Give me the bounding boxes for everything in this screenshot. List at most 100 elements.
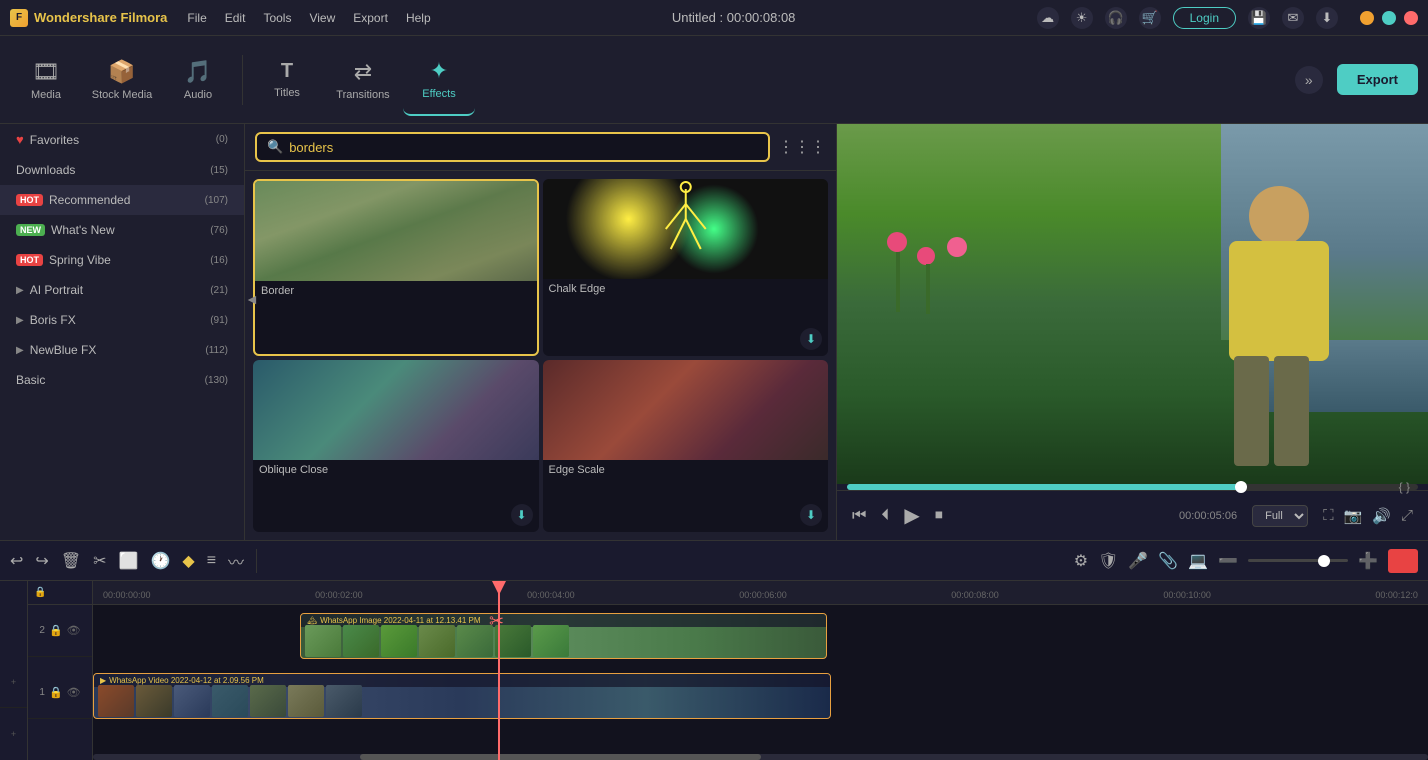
mic-icon[interactable]: 🎤 bbox=[1128, 551, 1148, 571]
toolbar-titles[interactable]: T Titles bbox=[251, 44, 323, 116]
toolbar-separator-1 bbox=[242, 55, 243, 105]
tracks-container: 🏔 WhatsApp Image 2022-04-11 at 12.13.41 … bbox=[93, 613, 1428, 725]
fullscreen-icon[interactable]: ⛶ bbox=[1323, 507, 1334, 525]
toolbar-media[interactable]: 🎞 Media bbox=[10, 44, 82, 116]
edge-scale-download-icon[interactable]: ⬇ bbox=[800, 504, 822, 526]
sidebar-item-newbluefx[interactable]: ▶ NewBlue FX (112) bbox=[0, 335, 244, 365]
ruler-mark-4: 00:00:08:00 bbox=[951, 590, 999, 600]
zoom-in-icon[interactable]: ➕ bbox=[1358, 551, 1378, 571]
track1-lock-icon[interactable]: 🔒 bbox=[49, 686, 63, 699]
progress-bar[interactable]: { } bbox=[847, 484, 1418, 490]
track1-eye-icon[interactable]: 👁 bbox=[67, 686, 81, 699]
sidebar-item-borisfx[interactable]: ▶ Boris FX (91) bbox=[0, 305, 244, 335]
sidebar-item-recommended[interactable]: HOT Recommended (107) bbox=[0, 185, 244, 215]
track-add-icon-2[interactable]: + bbox=[11, 729, 16, 739]
toolbar-stock[interactable]: 📦 Stock Media bbox=[86, 44, 158, 116]
toolbar-audio[interactable]: 🎵 Audio bbox=[162, 44, 234, 116]
effect-card-edge-scale[interactable]: ⬇ Edge Scale bbox=[543, 360, 829, 533]
login-button[interactable]: Login bbox=[1173, 7, 1236, 29]
settings-icon[interactable]: ⚙ bbox=[1074, 551, 1088, 571]
volume-icon[interactable]: 🔊 bbox=[1372, 507, 1391, 525]
quality-select[interactable]: Full 1/2 1/4 bbox=[1252, 505, 1308, 527]
waveform-button[interactable]: 〰 bbox=[228, 549, 244, 573]
effect-card-oblique-close[interactable]: ⬇ Oblique Close bbox=[253, 360, 539, 533]
track2-clip[interactable]: 🏔 WhatsApp Image 2022-04-11 at 12.13.41 … bbox=[300, 613, 827, 659]
effect-card-border[interactable]: Border bbox=[253, 179, 539, 356]
effect-card-chalk-edge[interactable]: ⬇ Chalk Edge bbox=[543, 179, 829, 356]
screenshot-icon[interactable]: 📷 bbox=[1344, 507, 1363, 525]
shield-icon[interactable]: 🛡 bbox=[1098, 551, 1118, 571]
sidebar-item-springvibe[interactable]: HOT Spring Vibe (16) bbox=[0, 245, 244, 275]
preview-extra-icons: ⛶ 📷 🔊 ⤢ bbox=[1323, 507, 1413, 525]
menu-view[interactable]: View bbox=[309, 11, 335, 25]
search-input[interactable] bbox=[289, 140, 758, 155]
save-icon[interactable]: 💾 bbox=[1248, 7, 1270, 29]
zoom-slider[interactable] bbox=[1248, 559, 1348, 562]
menu-edit[interactable]: Edit bbox=[225, 11, 246, 25]
transitions-label: Transitions bbox=[336, 89, 389, 101]
zoom-out-icon[interactable]: ➖ bbox=[1218, 551, 1238, 571]
grid-view-icon[interactable]: ⋮⋮⋮ bbox=[778, 137, 826, 157]
toolbar-more-button[interactable]: » bbox=[1295, 66, 1323, 94]
toolbar-transitions[interactable]: ⇄ Transitions bbox=[327, 44, 399, 116]
redo-button[interactable]: ↪ bbox=[35, 551, 48, 571]
sidebar-item-downloads[interactable]: Downloads (15) bbox=[0, 155, 244, 185]
sidebar-item-favorites[interactable]: ♥ Favorites (0) bbox=[0, 124, 244, 155]
toolbar-effects[interactable]: ✦ Effects bbox=[403, 44, 475, 116]
close-button[interactable]: ✕ bbox=[1404, 11, 1418, 25]
track2-lock-icon[interactable]: 🔒 bbox=[49, 624, 63, 637]
track2-eye-icon[interactable]: 👁 bbox=[67, 624, 81, 637]
chalk-edge-download-icon[interactable]: ⬇ bbox=[800, 328, 822, 350]
track1-num: 1 bbox=[39, 687, 45, 698]
track-add-icon[interactable]: + bbox=[11, 677, 16, 687]
borisfx-label: Boris FX bbox=[30, 313, 76, 327]
menu-tools[interactable]: Tools bbox=[263, 11, 291, 25]
thumb2 bbox=[343, 625, 379, 657]
oblique-close-label: Oblique Close bbox=[253, 460, 539, 480]
crop-button[interactable]: ⬜ bbox=[119, 551, 139, 571]
audio-adjust-button[interactable]: ≡ bbox=[207, 552, 216, 570]
maximize-button[interactable]: □ bbox=[1382, 11, 1396, 25]
thumb4 bbox=[419, 625, 455, 657]
step-back-button[interactable]: ⏴ bbox=[881, 507, 889, 525]
sidebar-item-aiportrait[interactable]: ▶ AI Portrait (21) bbox=[0, 275, 244, 305]
stop-button[interactable]: ⏹ bbox=[935, 507, 943, 525]
minimize-button[interactable]: — bbox=[1360, 11, 1374, 25]
lock-icon-header: 🔒 bbox=[34, 587, 46, 598]
sidebar-item-basic[interactable]: Basic (130) bbox=[0, 365, 244, 395]
track1-thumbnails bbox=[94, 687, 830, 715]
expand-icon[interactable]: ⤢ bbox=[1401, 507, 1413, 525]
menu-export[interactable]: Export bbox=[353, 11, 388, 25]
download-icon[interactable]: ⬇ bbox=[1316, 7, 1338, 29]
springvibe-count: (16) bbox=[210, 255, 228, 266]
current-time-display: 00:00:05:06 bbox=[1179, 510, 1237, 522]
favorites-label: Favorites bbox=[30, 133, 79, 147]
track1-clip[interactable]: ▶ WhatsApp Video 2022-04-12 at 2.09.56 P… bbox=[93, 673, 831, 719]
screen-record-icon[interactable]: 💻 bbox=[1188, 551, 1208, 571]
undo-button[interactable]: ↩ bbox=[10, 551, 23, 571]
headphone-icon[interactable]: 🎧 bbox=[1105, 7, 1127, 29]
play-button[interactable]: ▶ bbox=[904, 503, 919, 528]
sidebar-item-whatsnew[interactable]: NEW What's New (76) bbox=[0, 215, 244, 245]
menu-help[interactable]: Help bbox=[406, 11, 431, 25]
menu-file[interactable]: File bbox=[187, 11, 206, 25]
aiportrait-count: (21) bbox=[210, 285, 228, 296]
titles-label: Titles bbox=[274, 87, 300, 99]
track1-clip-label: WhatsApp Video 2022-04-12 at 2.09.56 PM bbox=[109, 676, 264, 685]
rewind-button[interactable]: ⏮ bbox=[852, 507, 866, 525]
delete-button[interactable]: 🗑 bbox=[61, 551, 81, 571]
timer-button[interactable]: 🕐 bbox=[150, 551, 170, 571]
cut-button[interactable]: ✂ bbox=[93, 551, 106, 571]
border-label: Border bbox=[255, 281, 537, 301]
marker-button[interactable]: ◆ bbox=[182, 551, 194, 571]
sun-icon[interactable]: ☀ bbox=[1071, 7, 1093, 29]
export-button[interactable]: Export bbox=[1337, 64, 1418, 95]
cloud-icon[interactable]: ☁ bbox=[1037, 7, 1059, 29]
clip-icon[interactable]: 📎 bbox=[1158, 551, 1178, 571]
mail-icon[interactable]: ✉ bbox=[1282, 7, 1304, 29]
h-scrollbar[interactable] bbox=[93, 754, 1428, 760]
progress-thumb[interactable] bbox=[1235, 481, 1247, 493]
effects-panel: 🔍 ⋮⋮⋮ ◄ Border bbox=[245, 124, 837, 540]
cart-icon[interactable]: 🛒 bbox=[1139, 7, 1161, 29]
oblique-close-download-icon[interactable]: ⬇ bbox=[511, 504, 533, 526]
